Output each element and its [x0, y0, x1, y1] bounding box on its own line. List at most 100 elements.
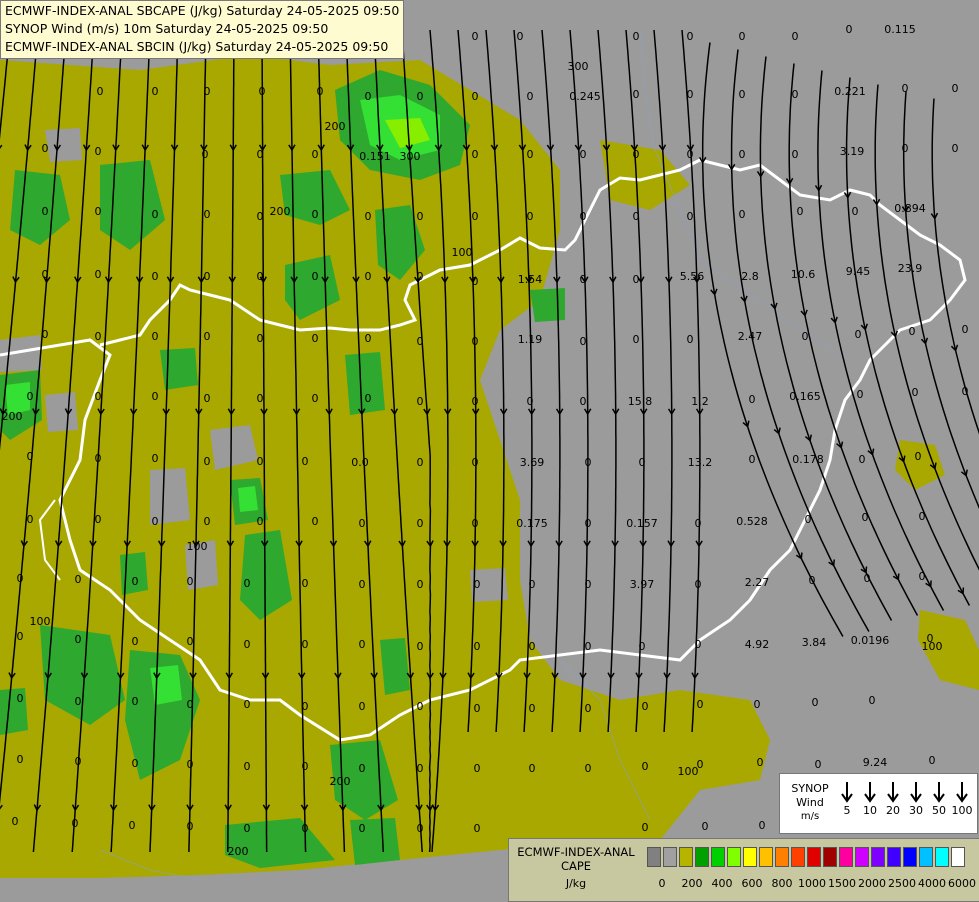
map-value-label: 0 [204, 208, 211, 221]
map-value-label: 0 [474, 822, 481, 835]
map-value-label: 0 [695, 517, 702, 530]
map-value-label: 2.47 [738, 330, 763, 343]
map-value-label: 0 [17, 692, 24, 705]
synop-speed-item: 5 [836, 780, 858, 817]
map-value-label: 0 [17, 572, 24, 585]
map-value-label: 0 [132, 575, 139, 588]
map-value-label: 0.245 [569, 90, 601, 103]
map-value-label: 0 [527, 148, 534, 161]
map-value-label: 0 [529, 702, 536, 715]
map-value-label: 0 [639, 456, 646, 469]
map-value-label: 0 [472, 90, 479, 103]
map-value-label: 0 [929, 754, 936, 767]
cape-region-bright [238, 486, 258, 512]
map-value-label: 0 [132, 757, 139, 770]
cape-color-legend: ECMWF-INDEX-ANAL CAPE J/kg 0 200 400 600 800… [508, 838, 979, 902]
map-value-label: 0 [687, 333, 694, 346]
map-value-label: 0 [187, 575, 194, 588]
map-value-label: 0 [912, 386, 919, 399]
map-value-label: 1.54 [518, 273, 543, 286]
map-value-label: 0 [633, 273, 640, 286]
map-value-label: 3.97 [630, 578, 655, 591]
map-value-label: 100 [452, 246, 473, 259]
map-value-label: 0 [129, 819, 136, 832]
map-value-label: 0 [702, 820, 709, 833]
map-value-label: 0 [642, 760, 649, 773]
cape-swatch [663, 847, 677, 867]
cape-swatch [823, 847, 837, 867]
map-value-label: 0 [257, 392, 264, 405]
map-value-label: 0 [244, 698, 251, 711]
cape-swatch [903, 847, 917, 867]
cape-region-green [530, 288, 565, 322]
map-value-label: 0.157 [626, 517, 658, 530]
cape-swatch [807, 847, 821, 867]
cape-legend-title: ECMWF-INDEX-ANAL CAPE J/kg [509, 845, 643, 891]
map-value-label: 23.9 [898, 262, 923, 275]
map-value-label: 0 [302, 577, 309, 590]
map-value-label: 0 [472, 275, 479, 288]
map-value-label: 0 [417, 517, 424, 530]
map-value-label: 0 [472, 148, 479, 161]
map-value-label: 0 [187, 820, 194, 833]
map-value-label: 0 [27, 450, 34, 463]
map-value-label: 0 [312, 332, 319, 345]
synop-speed-value: 30 [909, 804, 923, 817]
map-value-label: 0 [302, 700, 309, 713]
map-value-label: 0 [797, 205, 804, 218]
map-value-label: 0 [633, 333, 640, 346]
map-value-label: 0.221 [834, 85, 866, 98]
wind-arrow-icon [887, 782, 899, 803]
cape-grey-patch [45, 128, 82, 162]
map-value-label: 200 [270, 205, 291, 218]
cape-region-green [350, 818, 400, 865]
map-value-label: 0.151 [359, 150, 391, 163]
map-value-label: 0 [312, 270, 319, 283]
map-value-label: 100 [678, 765, 699, 778]
map-value-label: 0 [474, 640, 481, 653]
cape-tick-label: 2000 [858, 877, 886, 890]
map-value-label: 3.19 [840, 145, 865, 158]
cape-swatch [791, 847, 805, 867]
map-value-label: 0 [187, 698, 194, 711]
map-value-label: 10.6 [791, 268, 816, 281]
map-value-label: 0 [259, 85, 266, 98]
wind-arrow-icon [864, 782, 876, 803]
cape-tick-label: 2500 [888, 877, 916, 890]
map-value-label: 100 [187, 540, 208, 553]
map-value-label: 4.92 [745, 638, 770, 651]
map-value-label: 0 [17, 630, 24, 643]
map-value-label: 0 [687, 210, 694, 223]
cape-swatch [679, 847, 693, 867]
map-value-label: 0 [633, 148, 640, 161]
map-value-label: 0 [633, 30, 640, 43]
map-value-label: 0 [639, 640, 646, 653]
synop-speed-item: 10 [859, 780, 881, 817]
map-value-label: 0 [642, 700, 649, 713]
map-value-label: 0 [244, 822, 251, 835]
map-value-label: 0 [95, 330, 102, 343]
map-value-label: 3.84 [802, 636, 827, 649]
map-value-label: 0 [633, 210, 640, 223]
map-value-label: 0 [919, 510, 926, 523]
map-value-label: 0 [302, 822, 309, 835]
map-value-label: 0 [902, 142, 909, 155]
map-value-label: 0 [27, 513, 34, 526]
wind-arrow-icon [933, 782, 945, 803]
map-value-label: 0 [585, 640, 592, 653]
map-value-label: 0 [12, 815, 19, 828]
map-title-box: ECMWF-INDEX-ANAL SBCAPE (J/kg) Saturday … [0, 0, 405, 59]
cape-tick-label: 600 [741, 877, 763, 890]
synop-legend-title-text: SYNOP [791, 782, 829, 795]
map-value-label: 0 [902, 82, 909, 95]
map-value-label: 0 [792, 88, 799, 101]
title-sbcin: ECMWF-INDEX-ANAL SBCIN (J/kg) Saturday 2… [5, 39, 389, 54]
map-value-label: 0 [152, 330, 159, 343]
map-value-label: 0 [417, 822, 424, 835]
map-value-label: 0 [312, 208, 319, 221]
map-value-label: 0 [859, 453, 866, 466]
map-value-label: 1.19 [518, 333, 543, 346]
map-value-label: 0.165 [789, 390, 821, 403]
map-value-label: 0 [417, 578, 424, 591]
map-value-label: 2.8 [741, 270, 759, 283]
